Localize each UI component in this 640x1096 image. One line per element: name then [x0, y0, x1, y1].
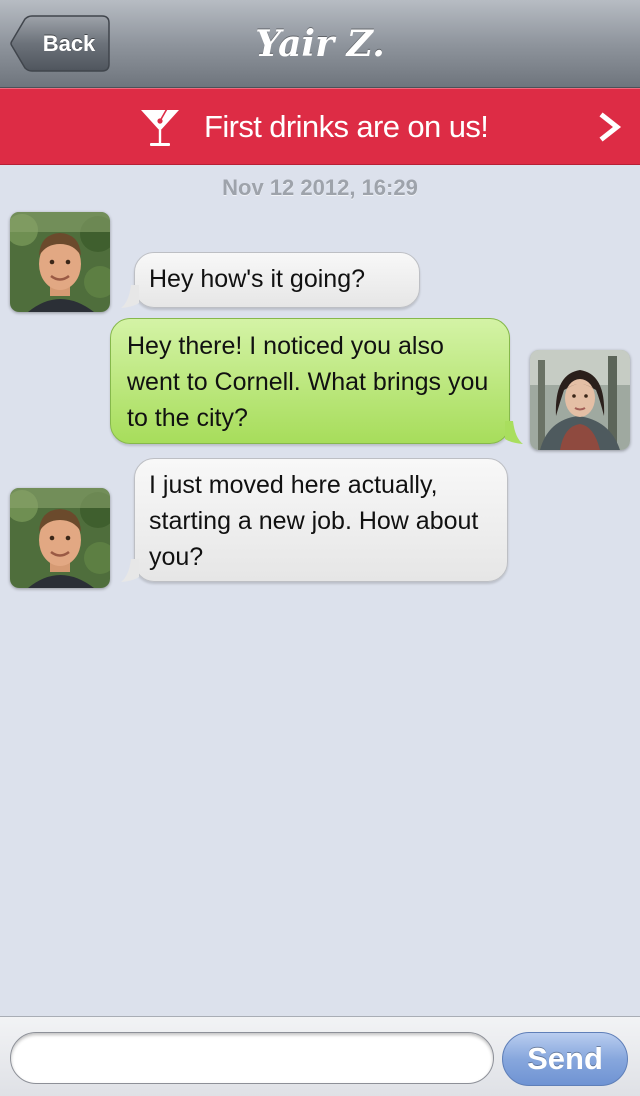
- bubble-tail: [505, 421, 523, 444]
- back-button-label: Back: [42, 31, 96, 56]
- message-text: I just moved here actually, starting a n…: [149, 471, 479, 571]
- martini-icon: [141, 106, 179, 146]
- send-button[interactable]: Send: [502, 1032, 628, 1086]
- avatar-yair[interactable]: [10, 488, 110, 588]
- conversation-timestamp: Nov 12 2012, 16:29: [222, 175, 418, 200]
- avatar-me-photo: [530, 350, 630, 450]
- message-input[interactable]: [10, 1032, 494, 1084]
- back-button[interactable]: Back: [10, 15, 110, 72]
- message-text: Hey there! I noticed you also went to Co…: [127, 332, 489, 432]
- chevron-right-icon[interactable]: [596, 111, 626, 143]
- avatar-me[interactable]: [530, 350, 630, 450]
- navigation-bar: Back Yair Z.: [0, 0, 640, 88]
- bubble-tail: [121, 559, 139, 582]
- promo-text: First drinks are on us!: [204, 109, 489, 144]
- page-title: Yair Z.: [255, 23, 385, 65]
- message-composer: Send: [0, 1016, 640, 1096]
- message-text: Hey how's it going?: [149, 265, 366, 293]
- message-bubble-incoming-1[interactable]: Hey how's it going?: [121, 252, 420, 308]
- message-bubble-outgoing-1[interactable]: Hey there! I noticed you also went to Co…: [110, 318, 523, 444]
- bubble-tail: [121, 285, 139, 308]
- avatar-yair-photo: [10, 488, 110, 588]
- promo-banner[interactable]: First drinks are on us!: [0, 88, 640, 165]
- message-bubble-incoming-2[interactable]: I just moved here actually, starting a n…: [121, 458, 508, 582]
- avatar-yair[interactable]: [10, 212, 110, 312]
- avatar-yair-photo: [10, 212, 110, 312]
